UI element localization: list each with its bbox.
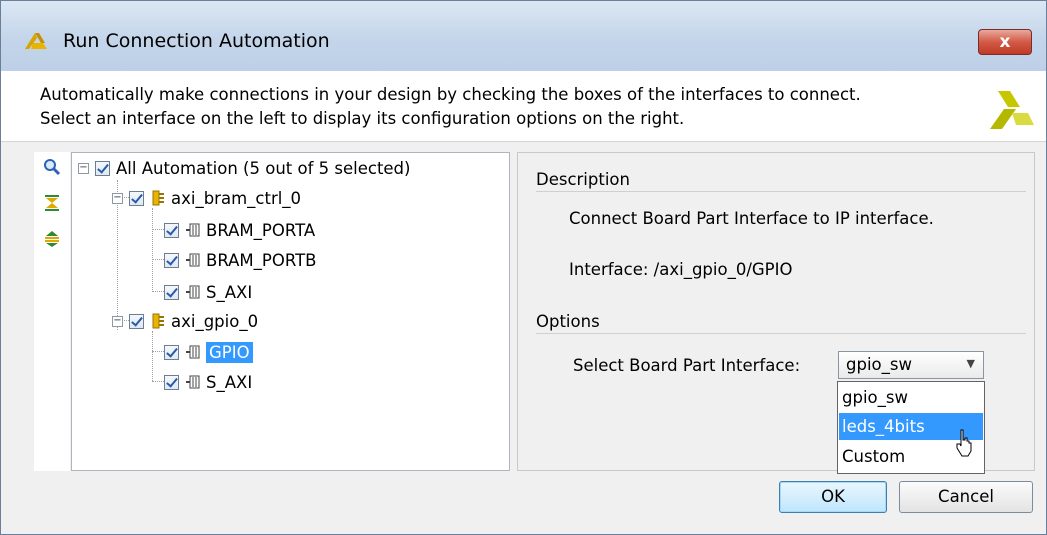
tree-node-bram-portb[interactable]: BRAM_PORTB: [164, 249, 317, 271]
collapse-toggle-icon[interactable]: −: [112, 315, 123, 327]
collapse-all-icon[interactable]: [43, 194, 61, 212]
chevron-down-icon: ▼: [966, 357, 975, 370]
interface-icon: [185, 344, 201, 360]
options-divider: [536, 333, 1026, 334]
dialog-header: Automatically make connections in your d…: [1, 71, 1046, 142]
tree-node-axi-gpio-0[interactable]: − axi_gpio_0: [112, 310, 258, 332]
ok-button[interactable]: OK: [779, 481, 887, 513]
checkbox[interactable]: [129, 190, 144, 206]
dropdown-option-gpio-sw[interactable]: gpio_sw: [839, 384, 983, 411]
tree-node-gpio[interactable]: GPIO: [164, 341, 253, 363]
header-line-1: Automatically make connections in your d…: [40, 85, 861, 104]
tree-node-bram-porta[interactable]: BRAM_PORTA: [164, 219, 315, 241]
ip-block-icon: [150, 313, 166, 329]
automation-tree[interactable]: − All Automation (5 out of 5 selected) −…: [71, 152, 510, 471]
automation-tree-panel: − All Automation (5 out of 5 selected) −…: [34, 152, 512, 471]
tree-node-label: axi_gpio_0: [171, 311, 259, 331]
tree-node-axi-bram-ctrl-0[interactable]: − axi_bram_ctrl_0: [112, 187, 301, 209]
tree-node-label: S_AXI: [206, 372, 253, 392]
checkbox[interactable]: [164, 222, 179, 238]
checkbox[interactable]: [95, 160, 110, 176]
checkbox[interactable]: [164, 374, 179, 390]
description-divider: [536, 191, 1026, 192]
checkbox[interactable]: [164, 344, 179, 360]
interface-icon: [185, 222, 201, 238]
tree-toolbar: [34, 152, 70, 471]
interface-icon: [185, 284, 201, 300]
window-title: Run Connection Automation: [63, 30, 330, 52]
tree-root-all-automation[interactable]: − All Automation (5 out of 5 selected): [78, 157, 410, 179]
title-bar[interactable]: Run Connection Automation x: [1, 1, 1046, 71]
checkbox[interactable]: [129, 313, 144, 329]
run-connection-automation-dialog: Run Connection Automation x Automaticall…: [0, 0, 1047, 535]
vivado-logo-icon: [23, 31, 49, 56]
cancel-button[interactable]: Cancel: [899, 481, 1033, 513]
collapse-toggle-icon[interactable]: −: [78, 162, 89, 174]
interface-text: Interface: /axi_gpio_0/GPIO: [569, 260, 793, 279]
search-icon[interactable]: [43, 158, 61, 176]
description-text: Connect Board Part Interface to IP inter…: [569, 209, 934, 228]
tree-node-label: BRAM_PORTA: [206, 220, 316, 240]
configuration-panel: Description Connect Board Part Interface…: [517, 152, 1035, 474]
tree-node-label: All Automation (5 out of 5 selected): [116, 158, 411, 178]
ip-block-icon: [150, 190, 166, 206]
header-line-2: Select an interface on the left to displ…: [40, 109, 685, 128]
collapse-toggle-icon[interactable]: −: [112, 192, 123, 204]
interface-icon: [185, 252, 201, 268]
checkbox[interactable]: [164, 252, 179, 268]
tree-node-s-axi[interactable]: S_AXI: [164, 281, 252, 303]
tree-node-label: GPIO: [206, 341, 253, 363]
mouse-pointer-icon: [954, 429, 974, 462]
checkbox[interactable]: [164, 284, 179, 300]
options-title: Options: [536, 312, 600, 331]
tree-node-label: S_AXI: [206, 282, 253, 302]
description-title: Description: [536, 170, 630, 189]
tree-node-label: axi_bram_ctrl_0: [171, 188, 302, 208]
board-part-interface-select[interactable]: gpio_sw ▼: [838, 351, 984, 379]
interface-icon: [185, 374, 201, 390]
tree-node-label: BRAM_PORTB: [206, 250, 317, 270]
select-value: gpio_sw: [846, 355, 912, 374]
close-button[interactable]: x: [978, 29, 1032, 55]
board-part-interface-label: Select Board Part Interface:: [573, 356, 801, 375]
expand-all-icon[interactable]: [43, 230, 61, 248]
tree-node-s-axi[interactable]: S_AXI: [164, 371, 252, 393]
xilinx-logo-icon: [986, 83, 1036, 138]
